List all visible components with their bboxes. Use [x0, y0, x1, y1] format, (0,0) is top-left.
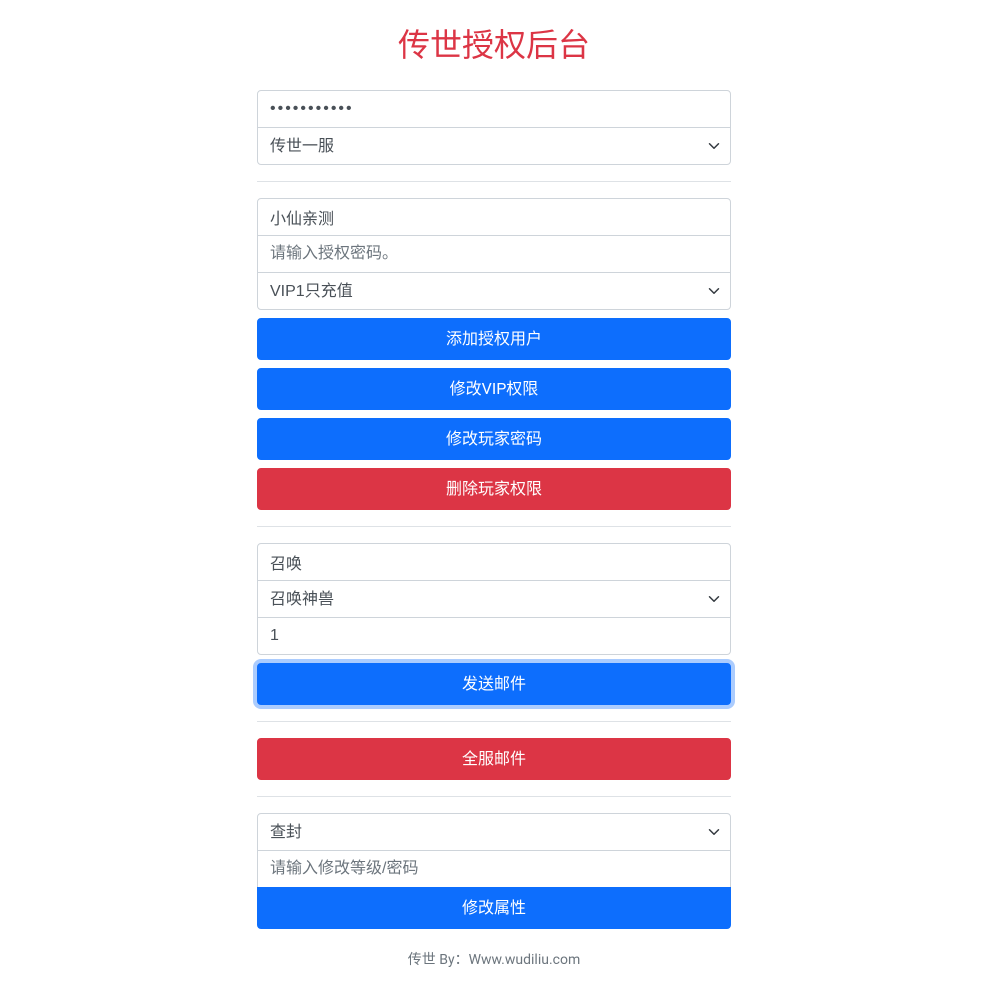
- add-auth-user-button[interactable]: 添加授权用户: [257, 318, 731, 360]
- action-select[interactable]: 查封: [257, 813, 731, 851]
- vip-level-select[interactable]: VIP1只充值: [257, 272, 731, 310]
- summon-input[interactable]: [257, 543, 731, 581]
- global-mail-section: 全服邮件: [257, 738, 731, 797]
- modify-attribute-button[interactable]: 修改属性: [257, 887, 731, 929]
- admin-password-input[interactable]: [257, 90, 731, 128]
- delete-player-permission-button[interactable]: 删除玩家权限: [257, 468, 731, 510]
- modify-player-password-button[interactable]: 修改玩家密码: [257, 418, 731, 460]
- send-mail-button[interactable]: 发送邮件: [257, 663, 731, 705]
- main-container: 传世授权后台 传世一服 VIP1只充值 添加授权用户 修改VIP权限 修改玩家密…: [257, 0, 731, 989]
- quantity-input[interactable]: [257, 617, 731, 655]
- server-select[interactable]: 传世一服: [257, 127, 731, 165]
- level-password-input[interactable]: [257, 850, 731, 888]
- footer-credit: 传世 By：Www.wudiliu.com: [257, 949, 731, 969]
- attribute-section: 查封 修改属性: [257, 813, 731, 929]
- summon-select[interactable]: 召唤神兽: [257, 580, 731, 618]
- server-auth-section: 传世一服: [257, 90, 731, 182]
- mail-section: 召唤神兽 发送邮件: [257, 543, 731, 722]
- user-manage-section: VIP1只充值 添加授权用户 修改VIP权限 修改玩家密码 删除玩家权限: [257, 198, 731, 527]
- modify-vip-button[interactable]: 修改VIP权限: [257, 368, 731, 410]
- global-mail-button[interactable]: 全服邮件: [257, 738, 731, 780]
- auth-password-input[interactable]: [257, 235, 731, 273]
- username-input[interactable]: [257, 198, 731, 236]
- page-title: 传世授权后台: [257, 20, 731, 66]
